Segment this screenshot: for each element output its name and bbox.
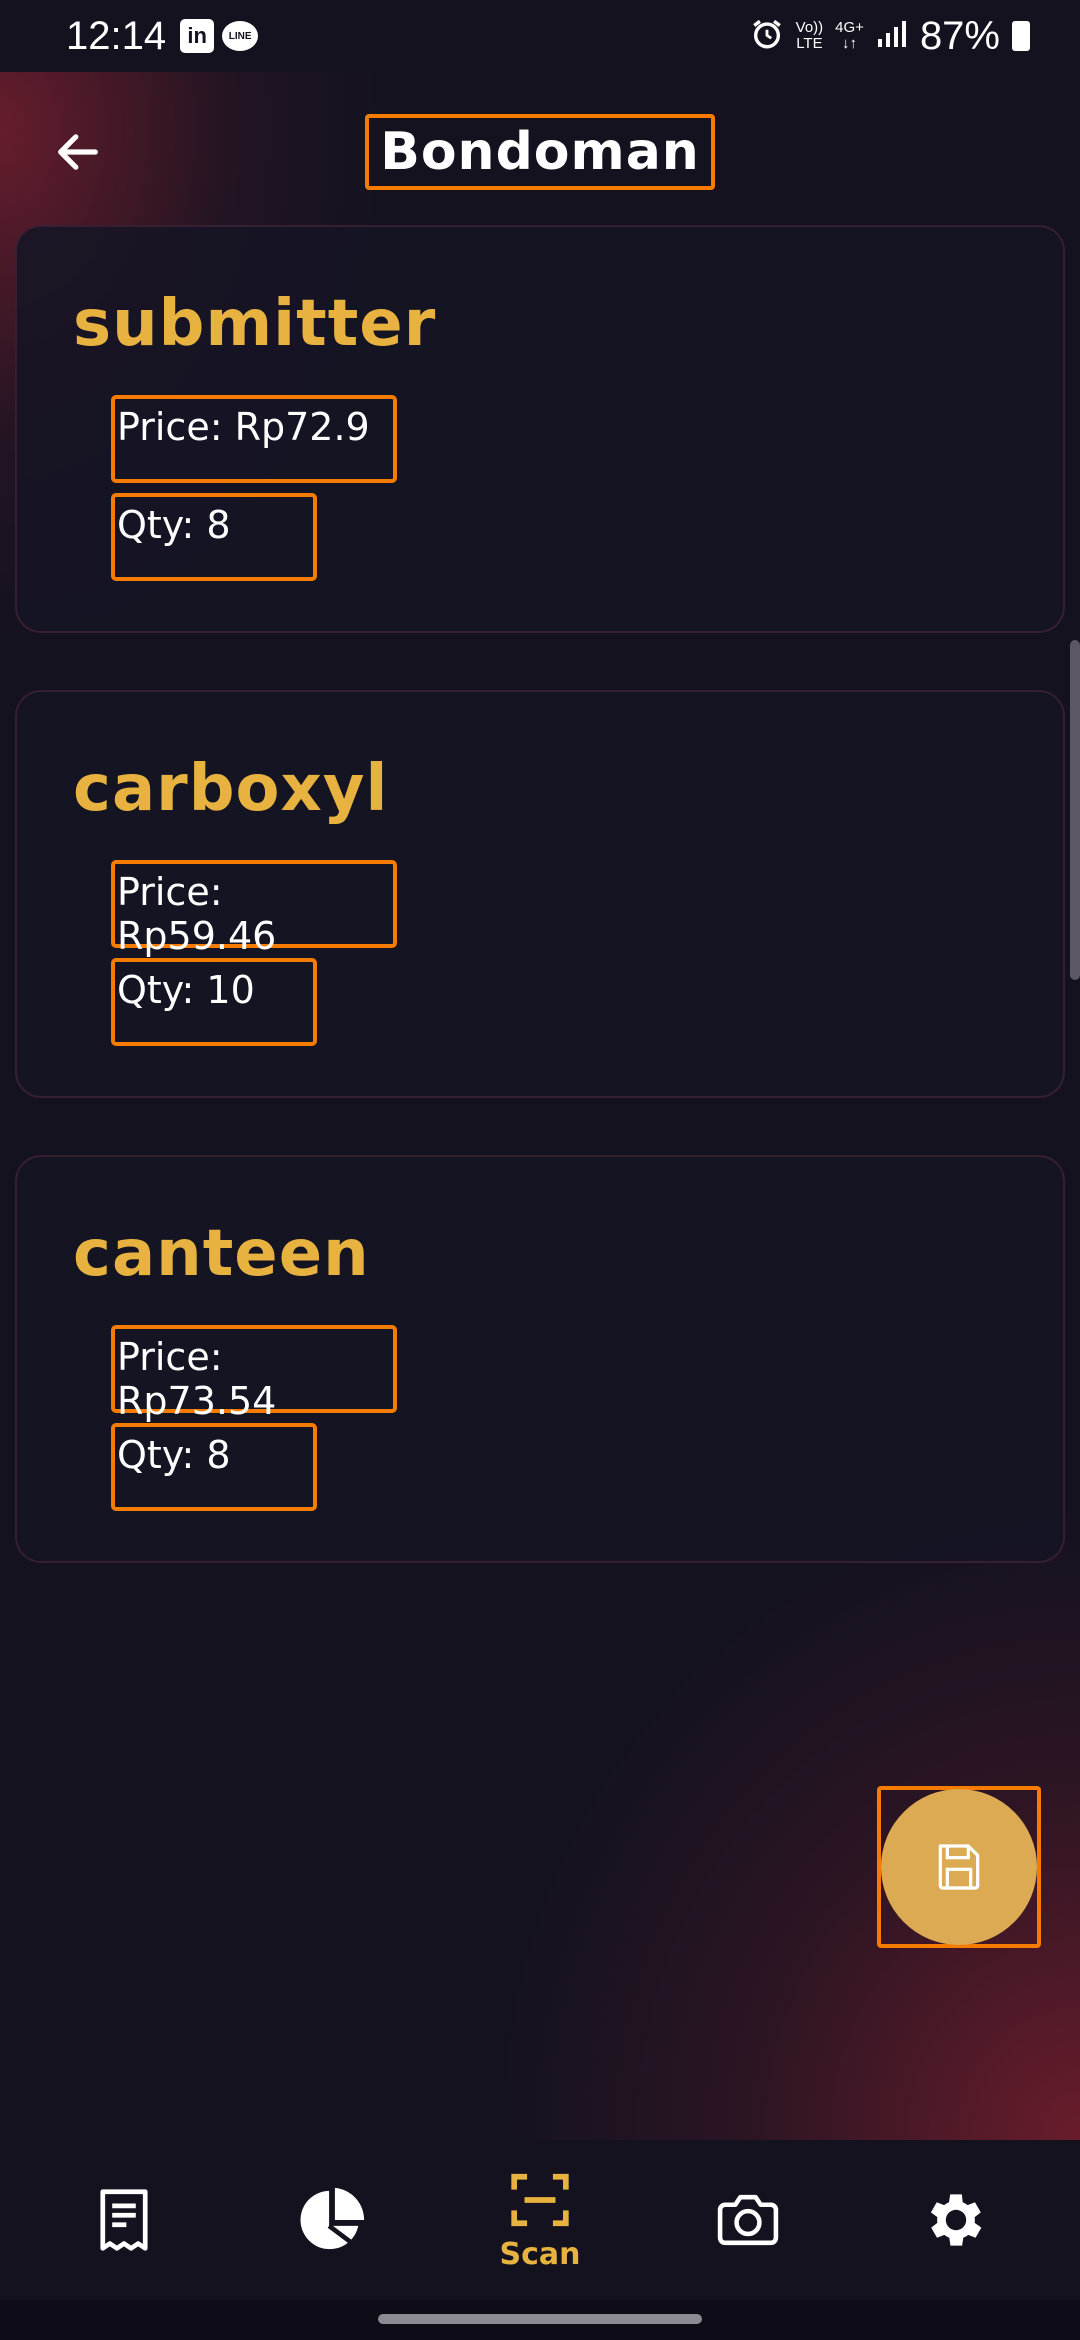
scrollbar[interactable]: [1070, 640, 1080, 980]
gear-icon: [930, 2194, 982, 2246]
page-title: Bondoman: [380, 122, 700, 182]
item-card: submitter Price: Rp72.9 Qty: 8: [15, 225, 1065, 633]
receipt-icon: [100, 2189, 148, 2251]
item-price: Price: Rp73.54: [111, 1325, 397, 1423]
app-bar: Bondoman: [0, 100, 1080, 205]
battery-percent: 87%: [919, 13, 1000, 58]
signal-icon: [876, 19, 908, 53]
status-bar: 12:14 in LINE Vo)) LTE 4G+ ↓↑ 87%: [0, 0, 1080, 72]
item-qty: Qty: 8: [111, 1423, 317, 1511]
linkedin-icon: in: [180, 19, 215, 53]
nav-settings[interactable]: [856, 2145, 1056, 2295]
nav-camera[interactable]: [648, 2145, 848, 2295]
nav-transactions[interactable]: [24, 2145, 224, 2295]
save-icon: [938, 1844, 980, 1890]
nav-scan[interactable]: Scan: [440, 2145, 640, 2295]
volte-indicator: Vo)) LTE: [795, 19, 824, 52]
page-title-box: Bondoman: [365, 114, 715, 190]
item-card: canteen Price: Rp73.54 Qty: 8: [15, 1155, 1065, 1563]
item-price: Price: Rp72.9: [111, 395, 397, 483]
nav-scan-label: Scan: [499, 2236, 581, 2272]
arrow-left-icon: [58, 134, 98, 170]
nav-statistics[interactable]: [232, 2145, 432, 2295]
battery-icon: [1012, 21, 1030, 51]
data-type-indicator: 4G+ ↓↑: [835, 19, 864, 52]
item-card: carboxyl Price: Rp59.46 Qty: 10: [15, 690, 1065, 1098]
pie-chart-icon: [300, 2187, 365, 2250]
gesture-handle[interactable]: [378, 2314, 702, 2324]
status-time: 12:14: [66, 13, 167, 58]
scan-icon: [511, 2173, 569, 2226]
item-price: Price: Rp59.46: [111, 860, 397, 958]
item-name: canteen: [73, 1217, 370, 1291]
bottom-nav: Scan: [0, 2140, 1080, 2300]
item-qty: Qty: 10: [111, 958, 317, 1046]
alarm-icon: [750, 17, 784, 55]
item-name: submitter: [73, 287, 437, 361]
item-name: carboxyl: [73, 752, 389, 826]
line-app-icon: LINE: [222, 21, 259, 51]
back-button[interactable]: [46, 120, 110, 184]
item-qty: Qty: 8: [111, 493, 317, 581]
camera-icon: [717, 2194, 779, 2246]
save-button[interactable]: [881, 1789, 1037, 1945]
